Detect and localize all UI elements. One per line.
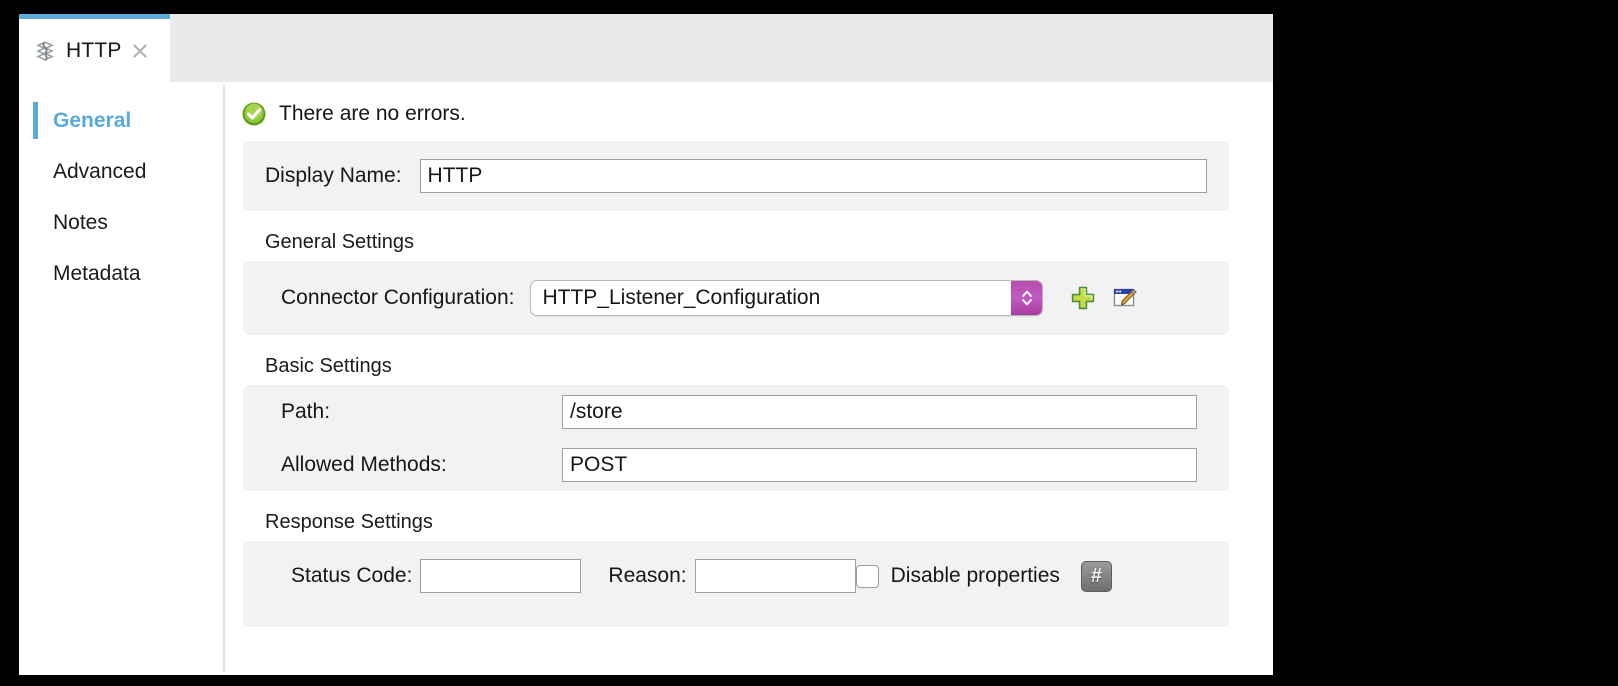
general-settings-title: General Settings	[265, 231, 1251, 254]
screenshot-root: HTTP General Advanced Not	[0, 0, 1618, 686]
status-text: There are no errors.	[279, 102, 466, 126]
status-code-label: Status Code:	[291, 564, 412, 588]
response-settings-title: Response Settings	[265, 511, 1251, 534]
reason-input[interactable]	[695, 559, 856, 593]
connector-configuration-label: Connector Configuration:	[281, 286, 514, 310]
allowed-methods-input[interactable]	[562, 448, 1197, 482]
editor-body: General Advanced Notes Metadata	[19, 82, 1273, 675]
hash-icon: #	[1091, 565, 1102, 588]
plus-icon	[1070, 299, 1096, 314]
connector-configuration-value: HTTP_Listener_Configuration	[531, 281, 1011, 315]
display-name-panel: Display Name:	[243, 141, 1229, 211]
basic-settings-title: Basic Settings	[265, 355, 1251, 378]
sidebar-top-spacer	[19, 82, 204, 95]
display-name-input[interactable]	[420, 159, 1207, 193]
status-code-input[interactable]	[420, 559, 581, 593]
path-label: Path:	[281, 400, 562, 424]
sidebar-item-advanced[interactable]: Advanced	[19, 146, 204, 197]
success-check-icon	[241, 101, 267, 127]
disable-properties-checkbox[interactable]	[856, 565, 879, 588]
tab-strip: HTTP	[19, 14, 1273, 82]
sidebar-item-label: Advanced	[53, 160, 146, 184]
response-settings-panel: Status Code: Reason: Disable properties …	[243, 541, 1229, 627]
reason-label: Reason:	[608, 564, 686, 588]
sidebar-item-label: Metadata	[53, 262, 141, 286]
close-icon[interactable]	[131, 42, 149, 60]
edit-pencil-icon	[1112, 299, 1138, 314]
add-configuration-button[interactable]	[1070, 285, 1096, 311]
sidebar-item-metadata[interactable]: Metadata	[19, 248, 204, 299]
sidebar-item-label: Notes	[53, 211, 108, 235]
status-message: There are no errors.	[241, 101, 1251, 127]
path-input[interactable]	[562, 395, 1197, 429]
display-name-label: Display Name:	[265, 164, 402, 188]
disable-properties-label: Disable properties	[891, 564, 1060, 588]
allowed-methods-label: Allowed Methods:	[281, 453, 562, 477]
general-settings-panel: Connector Configuration: HTTP_Listener_C…	[243, 261, 1229, 335]
sidebar: General Advanced Notes Metadata	[19, 82, 204, 675]
sidebar-item-general[interactable]: General	[19, 95, 204, 146]
http-connector-icon	[33, 39, 57, 63]
sidebar-item-notes[interactable]: Notes	[19, 197, 204, 248]
tab-http[interactable]: HTTP	[19, 14, 170, 82]
sidebar-item-label: General	[53, 109, 131, 133]
basic-settings-panel: Path: Allowed Methods:	[243, 385, 1229, 491]
content-scroll-gutter[interactable]	[1229, 82, 1251, 675]
properties-editor-window: HTTP General Advanced Not	[19, 14, 1273, 675]
content-pane: There are no errors. Display Name: Gener…	[225, 82, 1251, 675]
expression-button[interactable]: #	[1081, 561, 1112, 592]
chevron-up-down-icon[interactable]	[1011, 281, 1042, 315]
connector-configuration-select[interactable]: HTTP_Listener_Configuration	[530, 280, 1043, 316]
tab-label: HTTP	[66, 39, 122, 63]
edit-configuration-button[interactable]	[1112, 285, 1138, 311]
